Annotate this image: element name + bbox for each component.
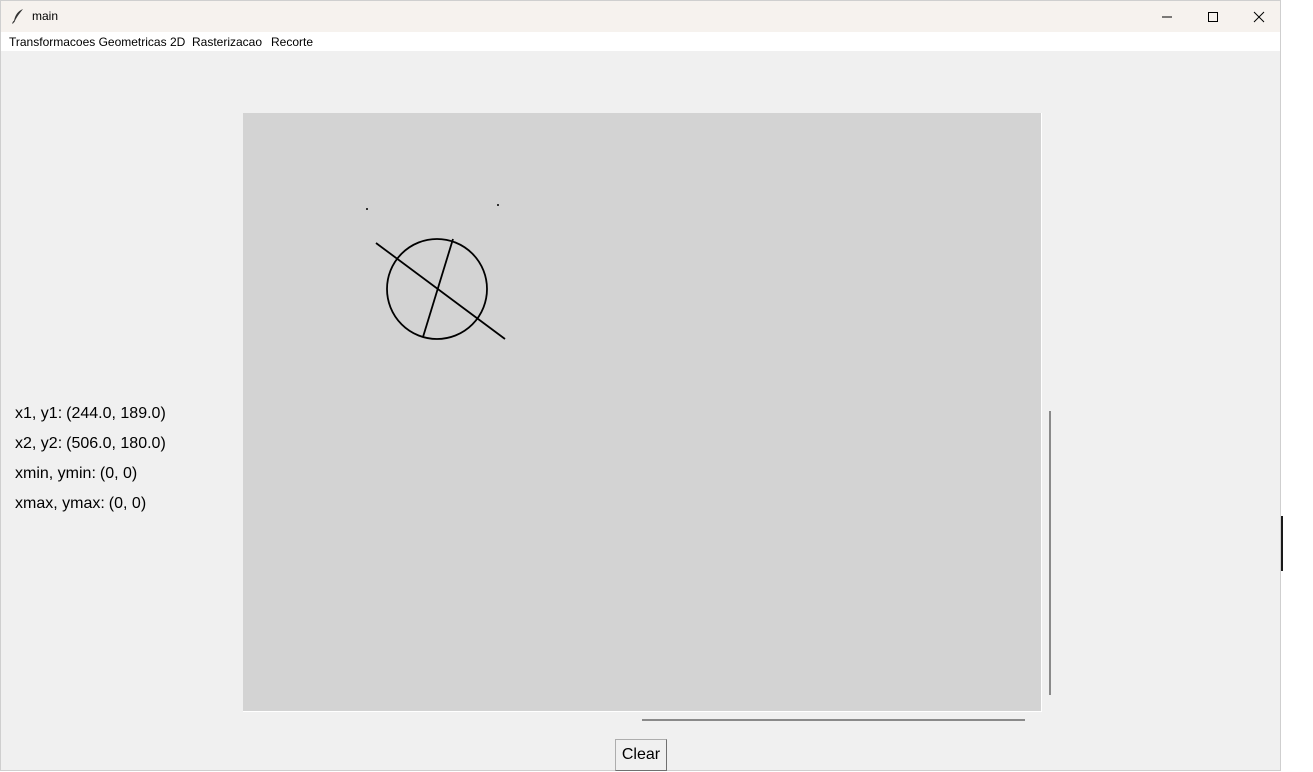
max-value: (0, 0): [108, 495, 147, 512]
drawn-line-steep: [422, 238, 454, 338]
min-label: xmin, ymin:: [15, 465, 96, 482]
vertical-scrollbar[interactable]: [1049, 411, 1051, 695]
point1-value: (244.0, 189.0): [66, 405, 166, 422]
maximize-icon: [1207, 11, 1219, 23]
menu-bar: Transformacoes Geometricas 2D Rasterizac…: [1, 32, 1280, 51]
canvas-point-1: [366, 208, 368, 210]
close-button[interactable]: [1236, 1, 1282, 32]
background-window-edge: [1281, 516, 1283, 571]
min-value: (0, 0): [99, 465, 138, 482]
point2-value: (506.0, 180.0): [66, 435, 166, 452]
point2-label: x2, y2:: [15, 435, 63, 452]
canvas-drawing: [366, 204, 506, 340]
clear-button[interactable]: Clear: [615, 739, 667, 771]
title-bar[interactable]: main: [1, 1, 1280, 32]
max-readout: xmax, ymax: (0, 0): [15, 495, 146, 513]
point1-label: x1, y1:: [15, 405, 63, 422]
maximize-button[interactable]: [1190, 1, 1236, 32]
point2-readout: x2, y2: (506.0, 180.0): [15, 435, 166, 453]
canvas-point-2: [497, 204, 499, 206]
max-label: xmax, ymax:: [15, 495, 105, 512]
feather-icon: [11, 8, 25, 24]
drawing-canvas[interactable]: [243, 113, 1042, 712]
menu-recorte[interactable]: Recorte: [271, 35, 313, 49]
window-title: main: [32, 9, 59, 23]
menu-transformacoes[interactable]: Transformacoes Geometricas 2D: [9, 35, 185, 49]
horizontal-scrollbar[interactable]: [642, 719, 1025, 721]
app-window: main Transformacoes Geometricas 2D Raste…: [0, 0, 1281, 771]
min-readout: xmin, ymin: (0, 0): [15, 465, 137, 483]
point1-readout: x1, y1: (244.0, 189.0): [15, 405, 166, 423]
minimize-icon: [1161, 11, 1173, 23]
close-icon: [1253, 11, 1265, 23]
minimize-button[interactable]: [1144, 1, 1190, 32]
menu-rasterizacao[interactable]: Rasterizacao: [192, 35, 262, 49]
drawn-line-diagonal: [375, 242, 506, 340]
